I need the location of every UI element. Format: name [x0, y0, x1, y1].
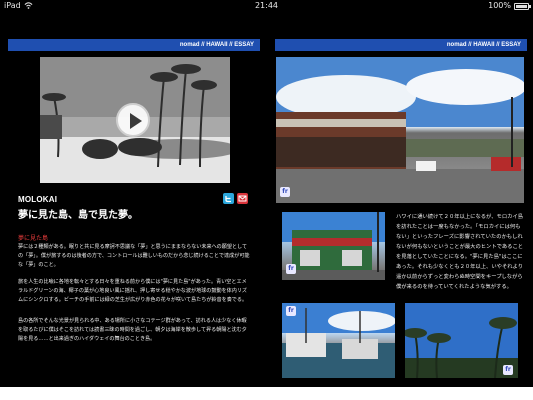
twitter-icon	[225, 196, 231, 203]
flickr-badge-icon[interactable]: fr	[286, 264, 296, 274]
article-title: 夢に見た島、島で見た夢。	[18, 210, 138, 221]
mail-share-button[interactable]	[237, 193, 248, 204]
town-street-scene	[276, 57, 524, 203]
article-location: MOLOKAI	[18, 195, 58, 204]
article-paragraph: 島の各所でそんな光景が見られる中、ある場所に小さなコテージ群があって、訪れる人は…	[18, 318, 247, 342]
palm-photo[interactable]: fr	[405, 303, 518, 378]
article-paragraph: 旅を人生の比喩に各地を転々とする日々を重ねる前から僕には"夢に見た島"があった。…	[18, 279, 248, 303]
store-photo[interactable]: fr	[282, 212, 385, 280]
side-paragraph: ハワイに通い続けて２０年以上になるが、モロカイ島を訪れたことは一度もなかった。「…	[396, 214, 524, 290]
battery-percent: 100%	[488, 1, 511, 10]
flickr-badge-icon[interactable]: fr	[503, 365, 513, 375]
harbor-photo[interactable]: fr	[282, 303, 395, 378]
status-bar: iPad 21:44 100%	[0, 0, 533, 12]
article-subhead: 夢に見た島	[18, 235, 49, 242]
twitter-share-button[interactable]	[223, 193, 234, 204]
clock: 21:44	[254, 1, 279, 10]
bottom-toolbar	[0, 387, 533, 400]
article-paragraph: 夢には２種類がある。眠りと共に見る摩訶不思議な「夢」と思うにままならない未来への…	[18, 244, 250, 268]
left-page-breadcrumb: nomad // HAWAII // ESSAY	[8, 39, 260, 51]
battery-icon	[514, 3, 531, 10]
street-photo[interactable]: fr	[276, 57, 524, 203]
play-button[interactable]	[116, 103, 150, 137]
mail-icon	[238, 195, 247, 202]
flickr-badge-icon[interactable]: fr	[280, 187, 290, 197]
flickr-badge-icon[interactable]: fr	[286, 306, 296, 316]
palm-trees-scene	[405, 303, 518, 378]
play-icon	[130, 113, 142, 129]
right-page-breadcrumb: nomad // HAWAII // ESSAY	[275, 39, 527, 51]
store-front-scene	[282, 212, 385, 280]
harbor-scene	[282, 303, 395, 378]
